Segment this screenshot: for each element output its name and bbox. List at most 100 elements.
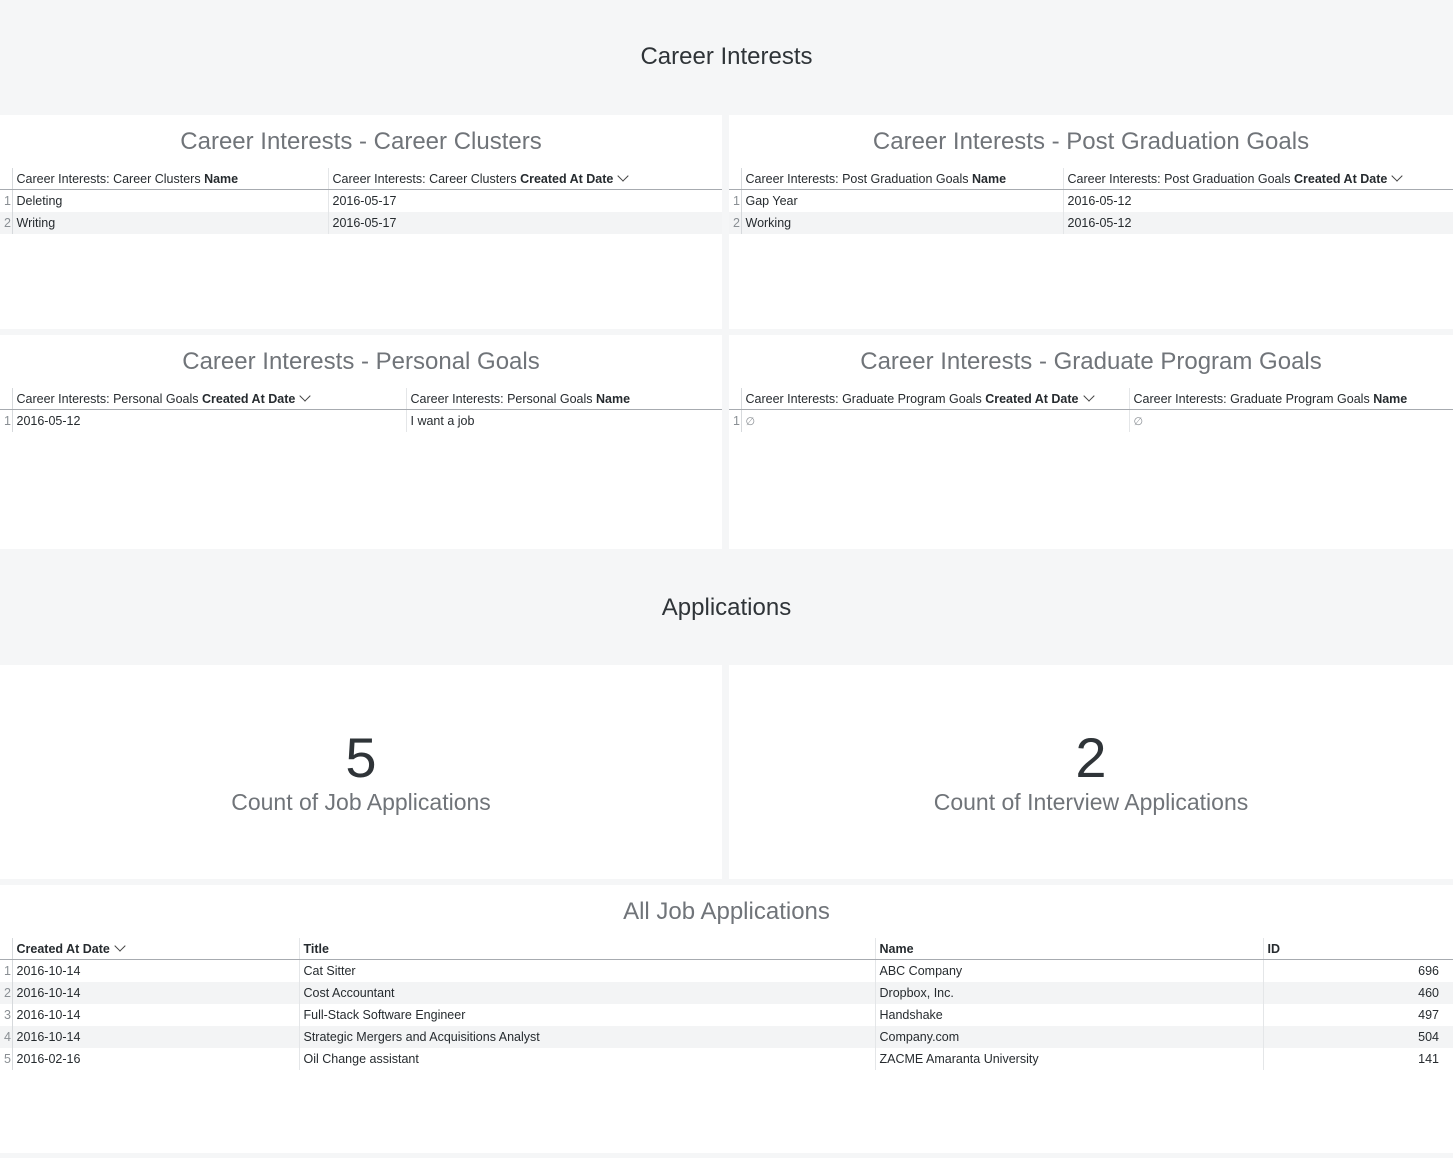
table-row: 2 Writing 2016-05-17 [0,212,722,234]
cell-date: 2016-10-14 [12,982,299,1004]
sort-desc-icon[interactable] [1391,169,1403,182]
row-index: 3 [0,1004,13,1026]
column-header-name[interactable]: Career Interests: Graduate Program Goals… [1128,388,1453,410]
row-index: 1 [0,189,13,212]
column-header-prefix: Career Interests: Graduate Program Goals [745,391,986,406]
row-index-header [729,388,742,410]
cell-title: Full-Stack Software Engineer [298,1004,875,1026]
column-header-field: Title [303,941,329,956]
column-header-name[interactable]: Career Interests: Post Graduation Goals … [741,168,1063,190]
row-index: 1 [729,409,742,432]
cell-date: 2016-05-17 [327,189,722,212]
kpi-block: 2 Count of Interview Applications [729,727,1453,816]
cell-date: 2016-02-16 [16,1052,81,1066]
column-header-created-at[interactable]: Created At Date [12,938,299,960]
cell-name: I want a job [405,409,722,432]
personal-goals-table: Career Interests: Personal Goals Created… [0,388,722,432]
cell-date: ∅ [741,410,1129,433]
column-header-title[interactable]: Title [298,938,875,960]
section-header-career-interests: Career Interests [0,0,1453,113]
section-header-applications: Applications [0,551,1453,664]
column-header-field: Name [972,171,1007,186]
table-header-row: Career Interests: Graduate Program Goals… [729,388,1453,410]
table-row: 2 Working 2016-05-12 [729,212,1453,234]
row-index-header [0,388,13,410]
row-index: 1 [0,409,13,432]
column-header-created-at[interactable]: Career Interests: Graduate Program Goals… [741,388,1129,410]
section-title: Applications [661,593,792,621]
cell-id: 141 [1262,1048,1453,1070]
kpi-label: Count of Job Applications [231,789,491,815]
cell-title: Oil Change assistant [298,1048,875,1070]
all-job-applications-table: Created At Date Title Name ID 1 2016-10-… [0,938,1453,1070]
column-header-prefix: Career Interests: Post Graduation Goals [745,171,972,186]
cell-name: Handshake [874,1004,1263,1026]
cell-name: Working [741,212,1063,234]
column-header-name[interactable]: Career Interests: Career Clusters Name [12,168,328,190]
column-header-name[interactable]: Name [874,938,1263,960]
cell-name: Writing [12,212,328,234]
column-header-prefix: Career Interests: Graduate Program Goals [1133,391,1374,406]
column-header-field: Name [1373,391,1408,406]
cell-date: 2016-10-14 [16,1008,81,1022]
row-index-header [0,938,13,960]
cell-date: 2016-10-14 [12,1026,299,1048]
column-header-field: Created At Date [1294,171,1388,186]
tile-personal-goals: Career Interests - Personal Goals Career… [0,335,722,549]
column-header-prefix: Career Interests: Career Clusters [332,171,521,186]
tile-title: Career Interests - Graduate Program Goal… [860,348,1322,375]
row-index: 2 [0,212,13,234]
kpi-block: 5 Count of Job Applications [0,727,722,816]
section-title: Career Interests [640,42,813,70]
tile-title: Career Interests - Career Clusters [180,128,542,155]
column-header-field: Created At Date [985,391,1079,406]
row-index: 5 [0,1048,13,1070]
table-header-row: Career Interests: Post Graduation Goals … [729,168,1453,190]
column-header-prefix: Career Interests: Personal Goals [410,391,596,406]
tile-count-interview-applications: 2 Count of Interview Applications [729,665,1453,879]
sort-desc-icon[interactable] [299,389,311,402]
column-header-created-at[interactable]: Career Interests: Post Graduation Goals … [1062,168,1453,190]
cell-name: ∅ [1128,409,1453,432]
row-index: 1 [0,959,13,982]
cell-name: Dropbox, Inc. [874,982,1263,1004]
table-header-row: Career Interests: Personal Goals Created… [0,388,722,410]
table-row: 4 2016-10-14 Strategic Mergers and Acqui… [0,1026,1453,1048]
sort-desc-icon[interactable] [114,939,126,952]
table-header-row: Created At Date Title Name ID [0,938,1453,960]
cell-title: Cat Sitter [298,959,875,982]
table-header-row: Career Interests: Career Clusters Name C… [0,168,722,190]
tile-title: Career Interests - Personal Goals [182,348,540,375]
tile-title: All Job Applications [623,898,830,925]
row-index-header [0,168,13,190]
cell-name: ZACME Amaranta University [874,1048,1263,1070]
row-index: 1 [729,189,742,212]
null-value-icon: ∅ [745,416,756,428]
kpi-value[interactable]: 2 [729,727,1453,789]
cell-title: Strategic Mergers and Acquisitions Analy… [298,1026,875,1048]
post-graduation-goals-table: Career Interests: Post Graduation Goals … [729,168,1453,234]
sort-desc-icon[interactable] [1082,389,1095,402]
column-header-field: Name [204,171,239,186]
column-header-id[interactable]: ID [1262,938,1453,960]
column-header-prefix: Career Interests: Career Clusters [16,171,205,186]
cell-date: 2016-10-14 [16,964,81,978]
column-header-field: Created At Date [520,171,614,186]
cell-name: ABC Company [874,959,1263,982]
column-header-field: ID [1267,941,1281,956]
cell-title: Cost Accountant [298,982,875,1004]
column-header-field: Created At Date [16,941,110,956]
cell-date: 2016-05-17 [327,212,722,234]
column-header-name[interactable]: Career Interests: Personal Goals Name [405,388,722,410]
column-header-created-at[interactable]: Career Interests: Personal Goals Created… [12,388,406,410]
sort-desc-icon[interactable] [617,169,630,182]
cell-date: 2016-05-12 [1062,212,1453,234]
cell-id: 504 [1262,1026,1453,1048]
table-row: 1 Deleting 2016-05-17 [0,189,722,212]
graduate-program-goals-table: Career Interests: Graduate Program Goals… [729,388,1453,432]
column-header-prefix: Career Interests: Personal Goals [16,391,202,406]
cell-id: 497 [1262,1004,1453,1026]
tile-career-clusters: Career Interests - Career Clusters Caree… [0,115,722,329]
column-header-created-at[interactable]: Career Interests: Career Clusters Create… [327,168,722,190]
kpi-value[interactable]: 5 [0,727,722,789]
